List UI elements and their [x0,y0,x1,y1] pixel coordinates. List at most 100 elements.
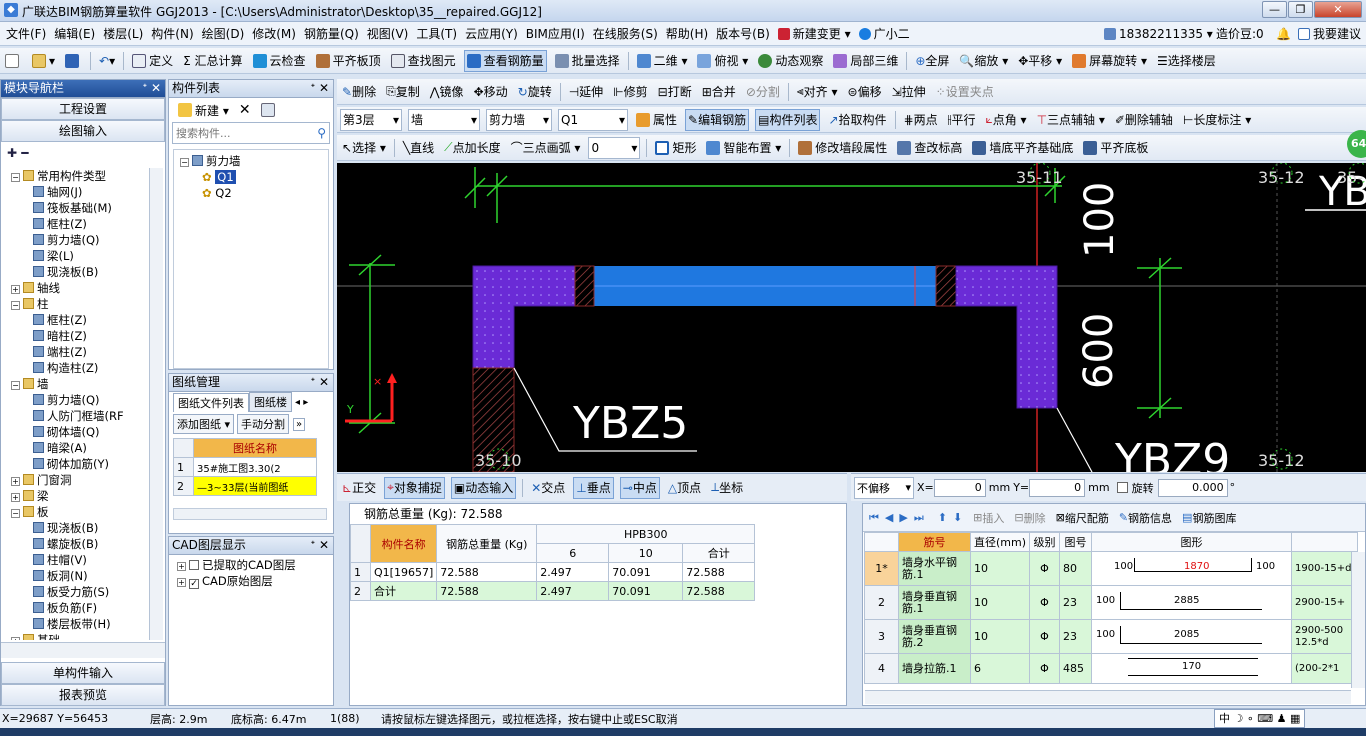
three-point-axis-dropdown[interactable]: ⊤ 三点辅轴 ▾ [1035,109,1107,131]
check-elevation-button[interactable]: 查改标高 [895,137,964,159]
drawing-hscrollbar[interactable] [173,508,327,520]
properties-button[interactable]: 属性 [634,109,679,131]
floor-select[interactable]: 第3层 ▾ [340,108,402,131]
coordinate-toggle[interactable]: ⟂ 坐标 [709,477,745,499]
rotate-checkbox[interactable] [1116,482,1128,493]
set-grip-button[interactable]: ⁘ 设置夹点 [934,81,996,103]
copy-component-icon[interactable] [259,99,280,121]
nav-tree-item[interactable]: 砌体加筋(Y) [11,456,149,472]
nav-tree-item[interactable]: + 梁 [11,488,149,504]
type-select[interactable]: 墙 ▾ [408,108,480,131]
view-rebar-qty-button[interactable]: 查看钢筋量 [463,49,547,72]
ortho-toggle[interactable]: ⊾ 正交 [340,477,378,499]
nav-tree-item[interactable]: 柱帽(V) [11,552,149,568]
ime-toolbar[interactable]: 中 ☽ ∘ ⌨ ♟ ▦ [1214,709,1306,728]
component-list-button[interactable]: ▤ 构件列表 [755,108,821,131]
menu-online[interactable]: 在线服务(S) [593,25,658,42]
delete-button[interactable]: ✎ 删除 [340,81,378,103]
menu-component[interactable]: 构件(N) [151,25,193,42]
rebar-row[interactable]: 2 墙身垂直钢筋.1 10 Φ 23 100 2885 2900-15+ [864,585,1359,620]
rebar-hscrollbar[interactable] [865,690,1351,704]
cloud-check-button[interactable]: 云检查 [251,50,308,72]
scale-rebar-button[interactable]: ⊠ 缩尺配筋 [1054,507,1111,529]
wall-bottom-flush-button[interactable]: 墙底平齐基础底 [970,137,1075,159]
open-file-button[interactable]: ▾ [30,50,57,72]
pin-close-icon[interactable]: ᐩ ✕ [310,374,329,391]
nav-tree-item[interactable]: 暗梁(A) [11,440,149,456]
nav-tree-item[interactable]: − 柱 [11,296,149,312]
summary-row-total[interactable]: 2 合计 72.588 2.497 70.091 72.588 [350,581,756,601]
component-item-q2[interactable]: ✿ Q2 [180,185,322,201]
define-button[interactable]: 定义 [130,50,175,72]
select-floor-button[interactable]: ☰ 选择楼层 [1155,50,1218,72]
expand-toggle-icon[interactable]: + [11,637,20,640]
intersection-toggle[interactable]: ✕ 交点 [529,477,567,499]
menu-file[interactable]: 文件(F) [6,25,46,42]
x-input[interactable]: 0 [933,478,986,497]
rebar-vscrollbar[interactable] [1351,552,1365,688]
pin-close-icon[interactable]: ᐩ ✕ [310,537,329,554]
move-button[interactable]: ✥ 移动 [472,81,510,103]
report-preview-button[interactable]: 报表预览 [1,684,165,706]
account-phone[interactable]: 18382211335 ▾ [1104,27,1213,41]
angle-input[interactable]: 0.000 [1157,478,1228,497]
expand-toggle-icon[interactable]: − [11,381,20,390]
insert-row-button[interactable]: ⊞ 插入 [971,507,1006,529]
pick-component-button[interactable]: ↗ 拾取构件 [826,109,888,131]
maximize-button[interactable]: ❐ [1288,1,1313,18]
nav-tree-item[interactable]: 梁(L) [11,248,149,264]
cad-layer-original[interactable]: + ✓ CAD原始图层 [177,573,325,589]
nav-tree-item[interactable]: 端柱(Z) [11,344,149,360]
menu-version[interactable]: 版本号(B) [716,25,770,42]
new-component-button[interactable]: 新建 ▾ [176,99,231,121]
nav-tree-item[interactable]: 板受力筋(S) [11,584,149,600]
menu-rebar[interactable]: 钢筋量(Q) [304,25,359,42]
component-item-q1[interactable]: ✿ Q1 [180,169,322,185]
break-button[interactable]: ⊟ 打断 [656,81,694,103]
flush-slab-top-button[interactable]: 平齐板顶 [314,50,383,72]
delete-row-button[interactable]: ⊟ 删除 [1012,507,1047,529]
nav-tree-item[interactable]: − 墙 [11,376,149,392]
summary-calc-button[interactable]: Σ 汇总计算 [181,50,244,72]
search-icon[interactable]: ⚲ [314,126,329,140]
project-settings-button[interactable]: 工程设置 [1,98,165,120]
single-component-input-button[interactable]: 单构件输入 [1,662,165,684]
nav-tree-item[interactable]: 板洞(N) [11,568,149,584]
menu-help[interactable]: 帮助(H) [666,25,708,42]
nav-tree-item[interactable]: 板负筋(F) [11,600,149,616]
dynamic-input-toggle[interactable]: ▣ 动态输入 [450,476,517,499]
batch-select-button[interactable]: 批量选择 [553,50,622,72]
move-up-down-icons[interactable]: ⬆⬇ [938,511,968,524]
vertex-toggle[interactable]: △ 顶点 [666,477,703,499]
drawing-row[interactable]: 1 35#施工图3.30(2 [173,457,317,477]
menu-tools[interactable]: 工具(T) [416,25,457,42]
point-length-button[interactable]: ⟋ 点加长度 [442,137,502,159]
menu-assistant[interactable]: 广小二 [858,25,910,42]
column-ybz9[interactable] [955,265,1058,409]
column-ybz5[interactable] [472,265,576,369]
tab-scroll-arrows[interactable]: ◂ ▸ [295,397,308,408]
modify-wall-segment-button[interactable]: 修改墙段属性 [796,137,889,159]
nav-scrollbar[interactable] [149,168,163,640]
nav-tree-item[interactable]: 构造柱(Z) [11,360,149,376]
dynamic-observe-button[interactable]: 动态观察 [756,50,825,72]
minimize-button[interactable]: — [1262,1,1287,18]
expand-toggle-icon[interactable]: − [11,301,20,310]
rebar-info-button[interactable]: ✎ 钢筋信息 [1117,507,1174,529]
midpoint-toggle[interactable]: ⊸ 中点 [619,476,660,499]
expand-toggle-icon[interactable]: − [11,509,20,518]
undo-button[interactable]: ↶ ▾ [97,50,117,72]
collapse-icon[interactable]: − [180,158,189,167]
expand-toggle-icon[interactable]: + [11,493,20,502]
flush-bottom-slab-button[interactable]: 平齐底板 [1081,137,1150,159]
drawing-input-button[interactable]: 绘图输入 [1,120,165,142]
nav-tree-item[interactable]: 现浇板(B) [11,264,149,280]
nav-tree-item[interactable]: 砌体墙(Q) [11,424,149,440]
nav-tree-item[interactable]: − 板 [11,504,149,520]
perpendicular-toggle[interactable]: ⊥ 垂点 [573,476,614,499]
pan-dropdown[interactable]: ✥ 平移 ▾ [1016,50,1064,72]
find-element-button[interactable]: 查找图元 [389,50,458,72]
checkbox-unchecked[interactable] [189,560,199,570]
rebar-row[interactable]: 3 墙身垂直钢筋.2 10 Φ 23 100 2085 2900-500 12.… [864,619,1359,654]
nav-tree-item[interactable]: 筏板基础(M) [11,200,149,216]
